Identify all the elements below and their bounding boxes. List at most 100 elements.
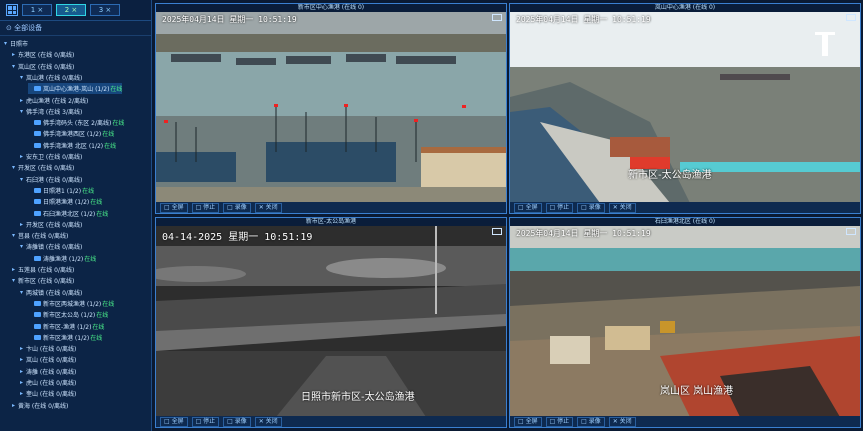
video-title: 石臼渔港北区 (在线 0) [510, 218, 860, 226]
fullscreen-icon[interactable] [846, 14, 856, 21]
video-osd-timestamp: 04-14-2025 星期一 10:51:19 [162, 232, 313, 243]
record-button[interactable]: □ 录像 [577, 202, 605, 213]
stop-button[interactable]: □ 停止 [545, 416, 574, 427]
tree-item-label: 黄海 (在线 0/离线) [18, 402, 69, 410]
camera-tree-item[interactable]: 石臼渔港北区 (1/2) 在线 [28, 208, 108, 219]
tree-item-label: 开发区 (在线 0/离线) [18, 165, 75, 173]
fullscreen-button[interactable]: □ 全屏 [160, 202, 188, 213]
layout-button-3[interactable]: 3 × [90, 4, 120, 16]
status-badge: 在线 [82, 187, 95, 195]
region-tree-item[interactable]: ▸ 涛雒 (在线 0/离线) [20, 366, 76, 377]
region-tree-item[interactable]: ▾ 岚山港 (在线 0/离线) [20, 72, 82, 83]
video-osd-timestamp: 2025年04月14日 星期一 10:51:19 [516, 15, 651, 24]
video-location-label: 新市区-太公岛渔港 [628, 170, 712, 181]
region-tree-item[interactable]: ▸ 东港区 (在线 0/离线) [12, 49, 74, 60]
region-tree-item[interactable]: ▾ 新市区 (在线 0/离线) [12, 275, 74, 286]
tree-item-label: 岚山港 (在线 0/离线) [26, 74, 83, 82]
camera-tree-item[interactable]: 日照港1 (1/2) 在线 [28, 185, 94, 196]
close-button[interactable]: ✕ 关闭 [608, 416, 636, 427]
tree-item-label: 新市区渔港 (1/2) [43, 334, 90, 342]
stop-button[interactable]: □ 停止 [545, 202, 574, 213]
camera-icon [34, 323, 41, 329]
tree-item-label: 新市区 (在线 0/离线) [18, 278, 75, 286]
close-button[interactable]: ✕ 关闭 [254, 416, 282, 427]
tree-item-label: 五莲县 (在线 0/离线) [18, 267, 75, 274]
camera-tree-item[interactable]: 岚山中心渔港-岚山 (1/2) 在线 [28, 83, 123, 95]
region-tree-item[interactable]: ▸ 五莲县 (在线 0/离线) [12, 264, 74, 275]
camera-tree-item[interactable]: 新市区-渔港 (1/2) 在线 [28, 321, 104, 332]
video-panel-1[interactable]: 新市区中心渔港 (在线 0) 2025年04月14日 星期一 10:51:19 [155, 3, 507, 214]
region-tree-item[interactable]: ▸ 岚山 (在线 0/离线) [20, 354, 76, 365]
camera-tree-item[interactable]: 佛手湾码头 (东区 2/离线) 在线 [28, 117, 124, 128]
region-tree-item[interactable]: ▾ 岚山区 (在线 0/离线) [12, 61, 74, 72]
record-button[interactable]: □ 录像 [223, 202, 251, 213]
region-tree-item[interactable]: ▸ 虎山 (在线 0/离线) [20, 377, 76, 388]
tree-item-label: 涛雒渔港 (1/2) [43, 255, 84, 263]
region-tree-item[interactable]: ▾ 石臼港 (在线 0/离线) [20, 174, 82, 185]
region-tree-item[interactable]: ▸ 开发区 (在线 0/离线) [20, 219, 82, 230]
record-button[interactable]: □ 录像 [577, 416, 605, 427]
region-tree-item[interactable]: ▾ 莒县 (在线 0/离线) [12, 230, 68, 241]
tree-item-label: 日照港1 (1/2) [43, 187, 82, 195]
camera-tree-item[interactable]: 佛手湾渔港 北区 (1/2) 在线 [28, 140, 116, 151]
region-tree-item[interactable]: ▾ 两城镇 (在线 0/离线) [20, 287, 82, 298]
camera-tree-item[interactable]: 涛雒渔港 (1/2) 在线 [28, 253, 96, 264]
camera-tree-item[interactable]: 新市区两城渔港 (1/2) 在线 [28, 298, 114, 309]
fullscreen-button[interactable]: □ 全屏 [514, 416, 542, 427]
fullscreen-button[interactable]: □ 全屏 [160, 416, 188, 427]
stop-button[interactable]: □ 停止 [191, 202, 220, 213]
region-tree-item[interactable]: ▾ 佛手湾 (在线 3/离线) [20, 106, 82, 117]
stop-button[interactable]: □ 停止 [191, 416, 220, 427]
region-tree-item[interactable]: ▾ 日照市 [4, 38, 28, 49]
video-location-label: 日照市新市区-太公岛渔港 [301, 392, 415, 403]
camera-tree-item[interactable]: 新市区渔港 (1/2) 在线 [28, 332, 102, 343]
fullscreen-button[interactable]: □ 全屏 [514, 202, 542, 213]
tree-item-label: 新市区-渔港 (1/2) [43, 323, 92, 331]
tree-item-label: 岚山区 (在线 0/离线) [18, 63, 75, 71]
camera-tree-item[interactable]: 新市区太公岛 (1/2) 在线 [28, 309, 108, 320]
camera-icon [34, 199, 41, 205]
region-tree-item[interactable]: ▸ 虎山渔港 (在线 2/离线) [20, 95, 88, 106]
region-tree-item[interactable]: ▾ 开发区 (在线 0/离线) [12, 162, 74, 173]
tree-item-label: 卞山 (在线 0/离线) [26, 346, 77, 354]
status-badge: 在线 [112, 120, 125, 128]
status-badge: 在线 [102, 131, 115, 139]
tree-item-label: 涛雒 (在线 0/离线) [26, 368, 77, 376]
camera-icon [34, 334, 41, 340]
region-tree-item[interactable]: ▸ 卞山 (在线 0/离线) [20, 343, 76, 354]
camera-tree-item[interactable]: 日照港渔港 (1/2) 在线 [28, 196, 102, 207]
record-button[interactable]: □ 录像 [223, 416, 251, 427]
region-tree-item[interactable]: ▾ 涛雒镇 (在线 0/离线) [20, 241, 82, 252]
camera-icon [34, 210, 41, 216]
layout-button-1[interactable]: 1 × [22, 4, 52, 16]
tree-item-label: 岚山 (在线 0/离线) [26, 357, 77, 365]
camera-tree-item[interactable]: 佛手湾渔港西区 (1/2) 在线 [28, 128, 114, 139]
status-badge: 在线 [110, 86, 123, 94]
fullscreen-icon[interactable] [492, 228, 502, 235]
video-panel-2[interactable]: 岚山中心渔港 (在线 0) 2025年04月14日 星期一 10:51:19 新… [509, 3, 861, 214]
video-controls: □ 全屏 □ 停止 □ 录像 ✕ 关闭 [510, 202, 860, 213]
tree-item-label: 佛手湾渔港 北区 (1/2) [43, 142, 104, 150]
region-tree-item[interactable]: ▸ 奎山 (在线 0/离线) [20, 388, 76, 399]
layout-button-2[interactable]: 2 × [56, 4, 86, 16]
close-button[interactable]: ✕ 关闭 [254, 202, 282, 213]
tree-item-label: 日照市 [10, 41, 29, 48]
tree-item-label: 石臼港 (在线 0/离线) [26, 176, 83, 184]
camera-icon [34, 300, 41, 306]
fullscreen-icon[interactable] [846, 228, 856, 235]
grid-layout-icon[interactable] [6, 4, 18, 16]
video-title: 岚山中心渔港 (在线 0) [510, 4, 860, 12]
region-tree-item[interactable]: ▸ 黄海 (在线 0/离线) [12, 400, 68, 411]
region-tree-item[interactable]: ▸ 安东卫 (在线 0/离线) [20, 151, 82, 162]
close-button[interactable]: ✕ 关闭 [608, 202, 636, 213]
tree-item-label: 开发区 (在线 0/离线) [26, 221, 83, 229]
tree-item-label: 佛手湾 (在线 3/离线) [26, 108, 83, 116]
video-panel-3[interactable]: 新市区-太公岛渔港 04-14-2025 星期一 10:51:19 日照市新市区… [155, 217, 507, 428]
tree-item-label: 虎山 (在线 0/离线) [26, 380, 77, 387]
device-tree-header[interactable]: ⊙ 全部设备 [0, 21, 151, 36]
video-panel-4[interactable]: 石臼渔港北区 (在线 0) 2025年04月14日 星期一 10:51:19 岚… [509, 217, 861, 428]
tree-item-label: 东港区 (在线 0/离线) [18, 52, 75, 60]
fullscreen-icon[interactable] [492, 14, 502, 21]
status-badge: 在线 [102, 300, 115, 308]
tree-item-label: 日照港渔港 (1/2) [43, 199, 90, 207]
